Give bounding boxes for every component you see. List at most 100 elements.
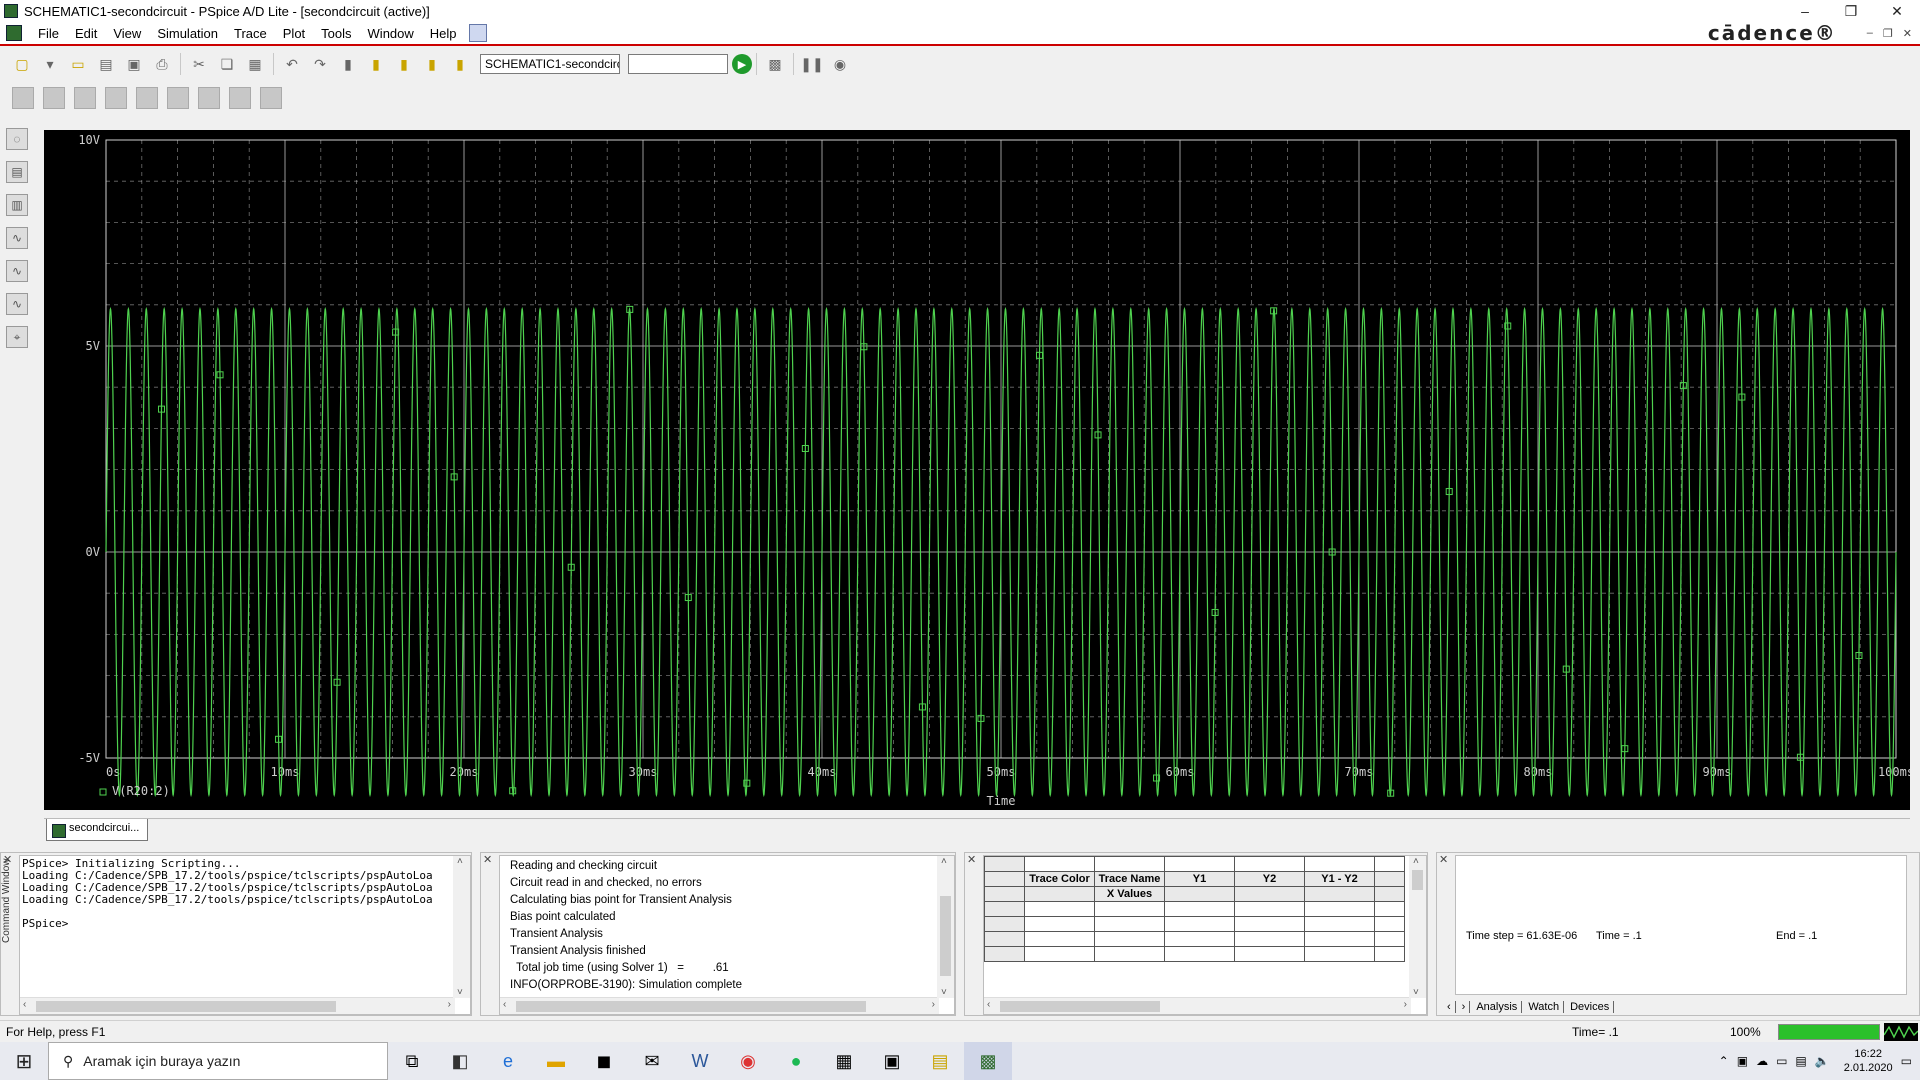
edge-icon[interactable]: e bbox=[484, 1042, 532, 1080]
save-as-icon[interactable]: ▤ bbox=[94, 53, 118, 75]
fourier-icon[interactable] bbox=[198, 87, 220, 109]
taskbar-clock[interactable]: 16:22 2.01.2020 bbox=[1844, 1047, 1893, 1075]
probe-icon[interactable]: ▮ bbox=[336, 53, 360, 75]
task-view-icon[interactable]: ⧉ bbox=[388, 1042, 436, 1080]
store-icon[interactable]: ◼ bbox=[580, 1042, 628, 1080]
log-line: Calculating bias point for Transient Ana… bbox=[510, 894, 732, 906]
view-output-icon[interactable]: ▩ bbox=[763, 53, 787, 75]
menu-window[interactable]: Window bbox=[360, 26, 422, 41]
zoom-area-icon[interactable] bbox=[105, 87, 127, 109]
marker-power-icon[interactable]: ▮ bbox=[420, 53, 444, 75]
maximize-button[interactable]: ❐ bbox=[1828, 3, 1874, 20]
cursor-peak-icon[interactable]: ▤ bbox=[6, 161, 28, 183]
minimize-button[interactable]: – bbox=[1782, 3, 1828, 20]
cursor-trough-icon[interactable]: ▥ bbox=[6, 194, 28, 216]
taskbar-search[interactable]: ⚲ Aramak için buraya yazın bbox=[48, 1042, 388, 1080]
pause-icon[interactable]: ❚❚ bbox=[800, 53, 824, 75]
marker-diff-icon[interactable]: ▮ bbox=[448, 53, 472, 75]
pspice-probe-icon[interactable]: ▤ bbox=[916, 1042, 964, 1080]
cloud-icon[interactable]: ☁ bbox=[1756, 1054, 1768, 1068]
pspice-ad-icon[interactable]: ▩ bbox=[964, 1042, 1012, 1080]
log-hscroll[interactable]: ‹ › bbox=[500, 997, 939, 1014]
table-vscroll[interactable]: ˄ ˅ bbox=[1409, 856, 1426, 998]
app-icon[interactable]: ◧ bbox=[436, 1042, 484, 1080]
menu-tools[interactable]: Tools bbox=[313, 26, 359, 41]
capture-icon[interactable]: ▣ bbox=[868, 1042, 916, 1080]
volume-icon[interactable]: 🔈 bbox=[1815, 1054, 1830, 1068]
window-tile-icon[interactable] bbox=[468, 24, 487, 42]
windows-start-icon[interactable]: ⊞ bbox=[0, 1042, 48, 1080]
open-icon[interactable]: ▭ bbox=[66, 53, 90, 75]
menu-plot[interactable]: Plot bbox=[275, 26, 313, 41]
tab-analysis[interactable]: Analysis bbox=[1472, 1001, 1523, 1013]
close-icon[interactable]: ✕ bbox=[483, 853, 492, 866]
dropdown-arrow-icon[interactable]: ▾ bbox=[38, 53, 62, 75]
menu-edit[interactable]: Edit bbox=[67, 26, 105, 41]
tab-devices[interactable]: Devices bbox=[1566, 1001, 1615, 1013]
menu-trace[interactable]: Trace bbox=[226, 26, 275, 41]
menu-help[interactable]: Help bbox=[422, 26, 465, 41]
undo-icon[interactable]: ↶ bbox=[280, 53, 304, 75]
tab-nav-right-icon[interactable]: › bbox=[1458, 1001, 1471, 1013]
cursor-slope-icon[interactable]: ∿ bbox=[6, 227, 28, 249]
file-explorer-icon[interactable]: ▬ bbox=[532, 1042, 580, 1080]
chrome-icon[interactable]: ◉ bbox=[724, 1042, 772, 1080]
copy-icon[interactable]: ❏ bbox=[215, 53, 239, 75]
command-console[interactable]: PSpice> Initializing Scripting... Loading… bbox=[19, 855, 471, 1015]
word-icon[interactable]: W bbox=[676, 1042, 724, 1080]
tab-watch[interactable]: Watch bbox=[1524, 1001, 1565, 1013]
trace-table[interactable]: Trace Color Trace Name Y1 Y2 Y1 - Y2 X Value… bbox=[983, 855, 1427, 1015]
cursor-label-icon[interactable]: ⌖ bbox=[6, 326, 28, 348]
command-vscroll[interactable]: ˄ ˅ bbox=[453, 856, 470, 998]
table-hscroll[interactable]: ‹ › bbox=[984, 997, 1411, 1014]
save-icon[interactable]: ▣ bbox=[122, 53, 146, 75]
tab-nav-left-icon[interactable]: ‹ bbox=[1443, 1001, 1456, 1013]
close-button[interactable]: ✕ bbox=[1874, 3, 1920, 20]
zoom-in-icon[interactable] bbox=[43, 87, 65, 109]
new-icon[interactable]: ▢ bbox=[10, 53, 34, 75]
close-icon[interactable]: ✕ bbox=[1439, 853, 1448, 866]
probe-plot-window[interactable]: 10V 5V 0V -5V 0s 10ms 20ms 30ms 40ms 50ms 60ms 70ms… bbox=[44, 130, 1910, 810]
notification-icon[interactable]: ▭ bbox=[1901, 1054, 1912, 1068]
document-icon[interactable] bbox=[6, 25, 22, 41]
network-icon[interactable]: ▤ bbox=[1795, 1054, 1806, 1068]
calculator-icon[interactable]: ▦ bbox=[820, 1042, 868, 1080]
doc-close-icon[interactable]: ✕ bbox=[1903, 27, 1912, 40]
cut-icon[interactable]: ✂ bbox=[187, 53, 211, 75]
tray-app-icon[interactable]: ▣ bbox=[1737, 1054, 1748, 1068]
tab-secondcircuit[interactable]: secondcircui... bbox=[46, 819, 149, 841]
redo-icon[interactable]: ↷ bbox=[308, 53, 332, 75]
zoom-fit-icon[interactable] bbox=[12, 87, 34, 109]
close-icon[interactable]: ✕ bbox=[967, 853, 976, 866]
simulation-profile-select[interactable]: SCHEMATIC1-secondcircui bbox=[480, 54, 620, 74]
zoom-out-icon[interactable] bbox=[74, 87, 96, 109]
cursor-max-icon[interactable]: ∿ bbox=[6, 293, 28, 315]
secondary-combo[interactable] bbox=[628, 54, 728, 74]
log-vscroll[interactable]: ˄ ˅ bbox=[937, 856, 954, 998]
zoom-previous-icon[interactable] bbox=[136, 87, 158, 109]
chevron-up-icon[interactable]: ⌃ bbox=[1719, 1054, 1729, 1068]
menu-file[interactable]: File bbox=[30, 26, 67, 41]
play-icon[interactable]: ▶ bbox=[732, 54, 752, 74]
battery-icon[interactable]: ▭ bbox=[1776, 1054, 1787, 1068]
add-trace-icon[interactable] bbox=[260, 87, 282, 109]
performance-icon[interactable] bbox=[229, 87, 251, 109]
doc-minimize-icon[interactable]: – bbox=[1867, 27, 1873, 40]
doc-restore-icon[interactable]: ❐ bbox=[1883, 27, 1893, 40]
mail-icon[interactable]: ✉ bbox=[628, 1042, 676, 1080]
x-tick-label: 50ms bbox=[987, 765, 1016, 779]
marker-voltage-icon[interactable]: ▮ bbox=[364, 53, 388, 75]
print-icon[interactable]: ⎙ bbox=[150, 53, 174, 75]
command-hscroll[interactable]: ‹ › bbox=[20, 997, 455, 1014]
cursor-min-icon[interactable]: ∿ bbox=[6, 260, 28, 282]
waveform-plot[interactable]: 10V5V0V-5V0s 10ms 20ms 30ms 40ms 50ms 60ms 70ms… bbox=[44, 130, 1910, 810]
stop-icon[interactable]: ◉ bbox=[828, 53, 852, 75]
cursor-icon[interactable]: ◌ bbox=[6, 128, 28, 150]
spotify-icon[interactable]: ● bbox=[772, 1042, 820, 1080]
menu-view[interactable]: View bbox=[105, 26, 149, 41]
output-log[interactable]: Reading and checking circuit Circuit rea… bbox=[499, 855, 955, 1015]
marker-current-icon[interactable]: ▮ bbox=[392, 53, 416, 75]
log-x-icon[interactable] bbox=[167, 87, 189, 109]
paste-icon[interactable]: ▦ bbox=[243, 53, 267, 75]
menu-simulation[interactable]: Simulation bbox=[149, 26, 226, 41]
